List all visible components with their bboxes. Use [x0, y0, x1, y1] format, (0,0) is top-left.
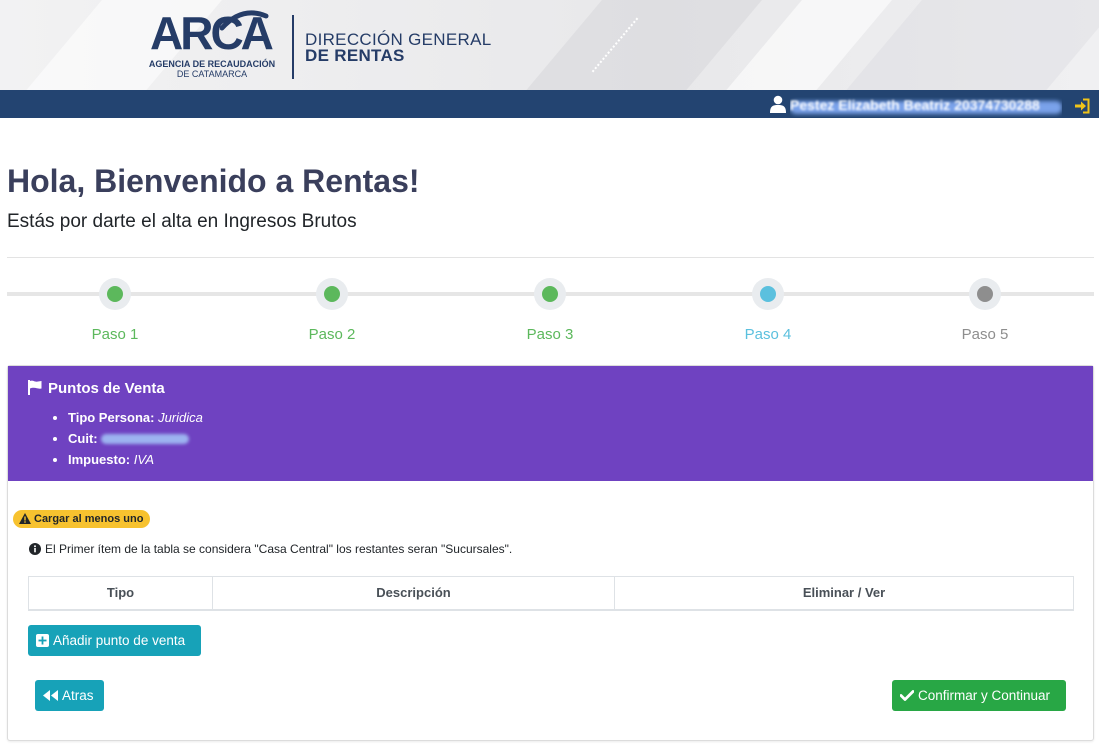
step-dot [107, 286, 123, 302]
info-note: El Primer ítem de la tabla se considera … [29, 542, 512, 556]
step-label: Paso 1 [91, 326, 139, 343]
user-name-text: Pestez Elizabeth Beatriz 20374730288 [790, 97, 1040, 113]
tipo-persona-label: Tipo Persona: [68, 410, 155, 425]
card-title: Puntos de Venta [28, 380, 165, 397]
step-label: Paso 4 [744, 326, 792, 343]
back-button[interactable]: Atras [35, 680, 104, 711]
plus-square-icon [36, 634, 49, 647]
step-indicator [969, 278, 1001, 310]
step-2: Paso 2 [272, 278, 392, 343]
tax-info-list: Tipo Persona: Juridica Cuit:30717302288 … [68, 407, 203, 470]
step-dot [324, 286, 340, 302]
back-button-label: Atras [62, 688, 94, 703]
list-item: Cuit:30717302288 [68, 428, 203, 449]
info-note-text: El Primer ítem de la tabla se considera … [45, 542, 513, 556]
warning-text: Cargar al menos uno [34, 513, 144, 525]
puntos-de-venta-card: Puntos de Venta Tipo Persona: Juridica C… [7, 365, 1094, 741]
flag-icon [28, 380, 42, 395]
step-indicator [316, 278, 348, 310]
card-header: Puntos de Venta Tipo Persona: Juridica C… [8, 366, 1093, 481]
puntos-venta-table: Tipo Descripción Eliminar / Ver [28, 576, 1074, 611]
list-item: Impuesto: IVA [68, 449, 203, 470]
divider [7, 257, 1094, 258]
check-icon [900, 690, 914, 701]
step-5: Paso 5 [925, 278, 1045, 343]
arca-logo: ARCA AGENCIA DE RECAUDACIÓN DE CATAMARCA [149, 8, 276, 80]
column-header-tipo: Tipo [28, 576, 213, 611]
cuit-label: Cuit: [68, 431, 98, 446]
page-subtitle: Estás por darte el alta en Ingresos Brut… [7, 211, 357, 232]
cuit-value-redacted: 30717302288 [100, 434, 189, 444]
column-header-descripcion: Descripción [212, 576, 615, 611]
column-header-eliminar-ver: Eliminar / Ver [614, 576, 1074, 611]
backward-icon [43, 690, 58, 701]
agency-name-line1: AGENCIA DE RECAUDACIÓN [148, 59, 276, 69]
warning-icon [19, 513, 31, 524]
add-punto-venta-button[interactable]: Añadir punto de venta [28, 625, 201, 656]
confirm-button-label: Confirmar y Continuar [918, 688, 1051, 703]
impuesto-value: IVA [133, 452, 154, 467]
step-dot [542, 286, 558, 302]
step-indicator [534, 278, 566, 310]
step-label: Paso 2 [308, 326, 356, 343]
step-label: Paso 3 [526, 326, 574, 343]
logo-divider [292, 15, 294, 79]
sign-in-icon[interactable] [1074, 98, 1090, 114]
step-dot [977, 286, 993, 302]
add-button-label: Añadir punto de venta [53, 633, 186, 648]
user-name[interactable]: Pestez Elizabeth Beatriz 20374730288 [790, 97, 1062, 117]
step-3: Paso 3 [490, 278, 610, 343]
direction-name-line2: DE RENTAS [305, 46, 405, 65]
header-banner: ARCA AGENCIA DE RECAUDACIÓN DE CATAMARCA… [0, 0, 1099, 90]
step-indicator [752, 278, 784, 310]
impuesto-label: Impuesto: [68, 452, 131, 467]
step-1: Paso 1 [55, 278, 175, 343]
card-title-text: Puntos de Venta [48, 380, 165, 397]
list-item: Tipo Persona: Juridica [68, 407, 203, 428]
step-4: Paso 4 [708, 278, 828, 343]
tipo-persona-value: Juridica [158, 410, 203, 425]
warning-badge: Cargar al menos uno [13, 510, 151, 528]
info-circle-icon [29, 543, 41, 555]
step-label: Paso 5 [961, 326, 1009, 343]
agency-name-line2: DE CATAMARCA [176, 69, 248, 79]
confirm-continue-button[interactable]: Confirmar y Continuar [892, 680, 1066, 711]
page-title: Hola, Bienvenido a Rentas! [7, 163, 420, 199]
step-indicator [99, 278, 131, 310]
table-header-row: Tipo Descripción Eliminar / Ver [28, 576, 1074, 611]
user-icon [770, 95, 786, 113]
step-dot [760, 286, 776, 302]
logo-swoosh-icon [220, 10, 269, 31]
